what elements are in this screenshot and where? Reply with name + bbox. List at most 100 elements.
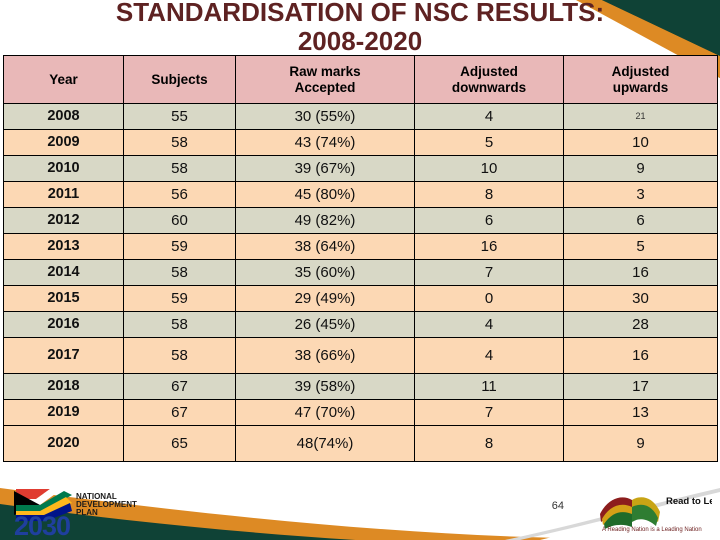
col-header-down-l2: downwards [451,79,527,95]
slide-canvas: STANDARDISATION OF NSC RESULTS: 2008-202… [0,0,720,540]
col-header-raw-marks-accepted: Raw marks Accepted [235,55,415,104]
cell-year: 2017 [3,337,124,374]
cell-subjects: 58 [123,311,236,338]
col-header-adjusted-downwards: Adjusted downwards [414,55,564,104]
standardisation-results-table: Year Subjects Raw marks Accepted Adjuste… [3,55,718,462]
cell-year: 2014 [3,259,124,286]
cell-adjusted-upwards: 9 [563,425,718,462]
table-header-row: Year Subjects Raw marks Accepted Adjuste… [3,55,718,104]
cell-adjusted-downwards: 8 [414,181,564,208]
cell-raw-marks-accepted: 47 (70%) [235,399,415,426]
rtl-tagline-text: A Reading Nation is a Leading Nation [602,527,702,533]
cell-adjusted-downwards: 4 [414,103,564,130]
cell-raw-marks-accepted: 39 (58%) [235,373,415,400]
cell-year: 2020 [3,425,124,462]
cell-year: 2015 [3,285,124,312]
rtl-title-text: Read to Lead [666,496,712,507]
cell-subjects: 65 [123,425,236,462]
title-line-2: 2008-2020 [297,26,423,56]
cell-adjusted-downwards: 11 [414,373,564,400]
cell-subjects: 58 [123,129,236,156]
open-book-icon [600,497,660,529]
cell-raw-marks-accepted: 39 (67%) [235,155,415,182]
cell-adjusted-downwards: 4 [414,337,564,374]
cell-year: 2011 [3,181,124,208]
cell-subjects: 56 [123,181,236,208]
cell-raw-marks-accepted: 49 (82%) [235,207,415,234]
ndp-logo-svg: NATIONAL DEVELOPMENT PLAN 2030 [14,489,137,540]
col-header-raw-l2: Accepted [294,79,356,95]
table-row: 2014 58 35 (60%) 7 16 [3,259,718,286]
cell-adjusted-upwards: 9 [563,155,718,182]
table-body: 2008 55 30 (55%) 4 21 2009 58 43 (74%) 5 10 2010 58… [3,103,718,462]
cell-raw-marks-accepted: 43 (74%) [235,129,415,156]
cell-raw-marks-accepted: 48(74%) [235,425,415,462]
col-header-year: Year [3,55,124,104]
ndp-text-line3: PLAN [76,508,98,517]
col-header-raw-l1: Raw marks [289,63,361,79]
cell-year: 2010 [3,155,124,182]
cell-adjusted-upwards: 21 [563,103,718,130]
rtl-logo-svg: Read to Lead A Reading Nation is a Leadi… [600,496,720,533]
cell-year: 2012 [3,207,124,234]
cell-raw-marks-accepted: 38 (66%) [235,337,415,374]
cell-adjusted-upwards: 6 [563,207,718,234]
cell-year: 2018 [3,373,124,400]
cell-adjusted-upwards: 17 [563,373,718,400]
cell-adjusted-downwards: 6 [414,207,564,234]
title-line-1: STANDARDISATION OF NSC RESULTS: [115,0,605,27]
table-row: 2013 59 38 (64%) 16 5 [3,233,718,260]
page-title: STANDARDISATION OF NSC RESULTS: 2008-202… [0,0,720,56]
col-header-up-l2: upwards [612,79,669,95]
cell-subjects: 60 [123,207,236,234]
cell-raw-marks-accepted: 45 (80%) [235,181,415,208]
read-to-lead-logo: Read to Lead A Reading Nation is a Leadi… [592,488,720,534]
col-header-subjects: Subjects [123,55,236,104]
cell-raw-marks-accepted: 29 (49%) [235,285,415,312]
cell-subjects: 58 [123,337,236,374]
cell-adjusted-downwards: 7 [414,399,564,426]
table-row: 2008 55 30 (55%) 4 21 [3,103,718,130]
cell-raw-marks-accepted: 30 (55%) [235,103,415,130]
table-row: 2018 67 39 (58%) 11 17 [3,373,718,400]
table-row: 2019 67 47 (70%) 7 13 [3,399,718,426]
ndp-text-year: 2030 [14,511,70,537]
cell-adjusted-upwards: 13 [563,399,718,426]
cell-adjusted-upwards: 16 [563,259,718,286]
table-row: 2017 58 38 (66%) 4 16 [3,337,718,374]
col-header-subjects-l1: Subjects [151,71,208,87]
table-header: Year Subjects Raw marks Accepted Adjuste… [3,55,718,104]
results-table-container: Year Subjects Raw marks Accepted Adjuste… [3,55,718,462]
cell-adjusted-downwards: 4 [414,311,564,338]
table-row: 2012 60 49 (82%) 6 6 [3,207,718,234]
cell-adjusted-upwards: 5 [563,233,718,260]
cell-raw-marks-accepted: 38 (64%) [235,233,415,260]
cell-adjusted-downwards: 0 [414,285,564,312]
table-row: 2009 58 43 (74%) 5 10 [3,129,718,156]
table-row: 2015 59 29 (49%) 0 30 [3,285,718,312]
col-header-up-l1: Adjusted [611,63,670,79]
col-header-down-l1: Adjusted [460,63,518,79]
cell-subjects: 67 [123,399,236,426]
cell-subjects: 59 [123,285,236,312]
col-header-adjusted-upwards: Adjusted upwards [563,55,718,104]
table-row: 2020 65 48(74%) 8 9 [3,425,718,462]
cell-raw-marks-accepted: 26 (45%) [235,311,415,338]
cell-subjects: 55 [123,103,236,130]
table-row: 2016 58 26 (45%) 4 28 [3,311,718,338]
page-number: 64 [551,500,564,512]
cell-subjects: 59 [123,233,236,260]
cell-year: 2009 [3,129,124,156]
cell-year: 2019 [3,399,124,426]
col-header-year-l1: Year [49,71,78,87]
cell-subjects: 58 [123,259,236,286]
cell-adjusted-downwards: 10 [414,155,564,182]
table-row: 2011 56 45 (80%) 8 3 [3,181,718,208]
cell-adjusted-upwards: 16 [563,337,718,374]
table-row: 2010 58 39 (67%) 10 9 [3,155,718,182]
cell-subjects: 58 [123,155,236,182]
cell-adjusted-upwards: 30 [563,285,718,312]
cell-adjusted-upwards: 10 [563,129,718,156]
cell-adjusted-upwards: 28 [563,311,718,338]
cell-raw-marks-accepted: 35 (60%) [235,259,415,286]
